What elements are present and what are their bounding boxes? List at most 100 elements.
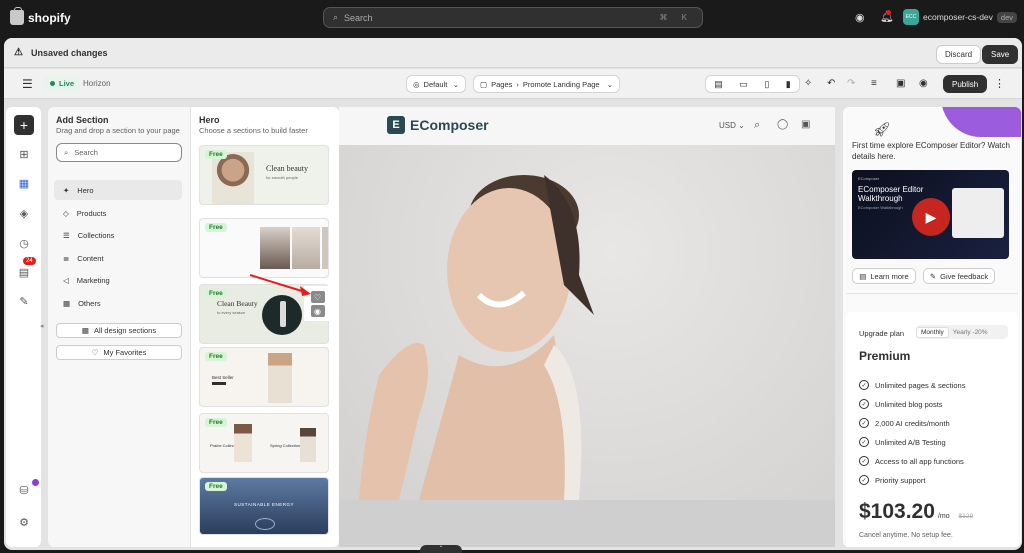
- save-button[interactable]: Save: [982, 45, 1019, 64]
- publish-button[interactable]: Publish: [943, 75, 988, 93]
- page-select[interactable]: ▢ Pages › Promote Landing Page ⌄: [473, 75, 620, 93]
- card-subtitle: to every season: [217, 310, 246, 315]
- category-products[interactable]: ◇ Products: [54, 203, 182, 223]
- give-feedback-button[interactable]: ✎ Give feedback: [923, 268, 995, 284]
- redo-icon[interactable]: ↷: [847, 78, 855, 89]
- category-content[interactable]: ≣ Content: [54, 248, 182, 268]
- messages-button[interactable]: ▤: [14, 262, 34, 282]
- feature-item: ✓ Priority support: [859, 475, 925, 485]
- store-switcher[interactable]: ECC ecomposer-cs-dev dev: [903, 9, 1018, 25]
- chevron-down-icon: ⌄: [452, 79, 459, 89]
- discard-button[interactable]: Discard: [936, 45, 982, 64]
- arrow-head: [300, 286, 311, 296]
- breadcrumb-separator-icon: ›: [516, 79, 519, 89]
- collapse-chevron-icon[interactable]: ◂: [40, 322, 44, 330]
- menu-icon[interactable]: ☰: [22, 77, 33, 91]
- add-section-button[interactable]: +: [14, 115, 34, 135]
- hero-card-4[interactable]: Free Best Seller: [199, 347, 329, 407]
- admin-search-input[interactable]: ⌕ Search ⌘ K: [323, 7, 703, 28]
- yearly-option[interactable]: Yearly -20%: [949, 328, 992, 337]
- walkthrough-video[interactable]: EComposer EComposer Editor Walkthrough E…: [852, 170, 1009, 259]
- tablet-icon[interactable]: ▯: [764, 79, 769, 90]
- category-collections[interactable]: ☰ Collections: [54, 225, 182, 245]
- comment-icon[interactable]: ▣: [896, 78, 905, 89]
- category-label: Products: [76, 208, 107, 218]
- boat-wake-shape: [255, 518, 275, 530]
- card-title: Best Seller: [212, 375, 234, 380]
- feature-item: ✓ Unlimited pages & sections: [859, 380, 965, 390]
- account-icon[interactable]: ◯: [777, 119, 788, 130]
- currency-select[interactable]: USD ⌄: [719, 121, 745, 130]
- layers-button[interactable]: ◈: [14, 203, 34, 223]
- category-label: Content: [77, 253, 104, 263]
- hero-card-2[interactable]: Free: [199, 218, 329, 278]
- check-circle-icon: ✓: [859, 418, 869, 428]
- more-vertical-icon[interactable]: ⋮: [994, 77, 1005, 90]
- settings-sliders-icon[interactable]: ≡: [871, 78, 877, 89]
- all-design-sections-button[interactable]: ▦ All design sections: [56, 323, 182, 338]
- data-button[interactable]: ⛁: [14, 480, 34, 500]
- hero-panel-subtitle: Choose a sections to build faster: [199, 126, 308, 135]
- category-marketing[interactable]: ◁ Marketing: [54, 270, 182, 290]
- check-circle-icon: ✓: [859, 399, 869, 409]
- layout-button[interactable]: ⊞: [14, 144, 34, 164]
- hand-shape: [359, 343, 428, 500]
- sections-button[interactable]: ▦: [12, 171, 36, 195]
- rocket-icon: 🚀︎: [873, 121, 891, 137]
- sidebar-toggle-icon[interactable]: ▤: [714, 79, 723, 90]
- brush-icon: ✎: [19, 295, 29, 308]
- my-favorites-button[interactable]: ♡ My Favorites: [56, 345, 182, 360]
- site-logo[interactable]: E EComposer: [387, 116, 489, 134]
- category-label: Collections: [77, 230, 115, 240]
- settings-button[interactable]: ⚙: [14, 512, 34, 532]
- add-section-subtitle: Drag and drop a section to your page: [56, 126, 180, 135]
- store-dev-tag: dev: [996, 11, 1018, 23]
- clock-icon: ◷: [19, 237, 29, 250]
- monthly-option[interactable]: Monthly: [916, 326, 949, 338]
- desktop-icon[interactable]: ▭: [739, 79, 748, 90]
- category-hero[interactable]: ✦ Hero: [54, 180, 182, 200]
- all-sections-label: All design sections: [93, 326, 157, 335]
- category-others[interactable]: ▦ Others: [54, 293, 182, 313]
- price-value: $103.20: [859, 500, 935, 523]
- preview-eye-icon[interactable]: ◉: [919, 78, 928, 89]
- hero-card-5-image-b: [300, 428, 316, 462]
- magic-wand-icon[interactable]: ✧: [804, 78, 812, 89]
- billing-period-toggle: Monthly Yearly -20%: [916, 325, 1008, 339]
- sidekick-icon[interactable]: ◉: [855, 11, 865, 24]
- design-button[interactable]: ✎: [14, 291, 34, 311]
- template-select[interactable]: ◎ Default ⌄: [406, 75, 466, 93]
- hero-card-1[interactable]: Free Clean beauty for smooth people: [199, 145, 329, 205]
- gear-icon: ⚙: [19, 516, 29, 529]
- hero-card-2-image-a: [260, 227, 290, 269]
- preview-eye-button[interactable]: ◉: [310, 305, 325, 317]
- bottom-drawer-handle[interactable]: ⌃: [420, 545, 462, 553]
- category-label: Others: [78, 298, 101, 308]
- heart-icon: ♡: [91, 348, 99, 357]
- shopify-logo[interactable]: shopify: [10, 7, 71, 25]
- free-badge: Free: [205, 289, 227, 298]
- feature-text: 2,000 AI credits/month: [875, 418, 950, 428]
- site-search-icon[interactable]: ⌕: [754, 119, 760, 132]
- check-circle-icon: ✓: [859, 475, 869, 485]
- shopify-logo-text: shopify: [28, 10, 71, 25]
- favorites-label: My Favorites: [103, 348, 147, 357]
- give-feedback-label: Give feedback: [940, 271, 989, 281]
- hero-card-1-image: [212, 152, 254, 204]
- history-button[interactable]: ◷: [14, 233, 34, 253]
- globe-icon: ◎: [413, 79, 420, 89]
- feature-text: Unlimited blog posts: [875, 399, 943, 409]
- cart-icon[interactable]: ▣: [801, 119, 810, 130]
- play-button[interactable]: ▶: [912, 198, 950, 236]
- undo-icon[interactable]: ↶: [827, 78, 835, 89]
- section-search-input[interactable]: ⌕ Search: [56, 143, 182, 162]
- promo-decoration: [941, 107, 1021, 137]
- feature-text: Access to all app functions: [875, 456, 964, 466]
- hero-card-5[interactable]: Free Prairie Collection Spring Collectio…: [199, 413, 329, 473]
- explore-text: First time explore EComposer Editor? Wat…: [852, 141, 1010, 161]
- hero-card-6[interactable]: Free SUSTAINABLE ENERGY: [199, 477, 329, 535]
- mobile-icon[interactable]: ▮: [786, 79, 791, 90]
- learn-more-button[interactable]: ▤ Learn more: [852, 268, 916, 284]
- play-icon: ▶: [925, 208, 937, 225]
- search-shortcut: ⌘ K: [659, 13, 693, 22]
